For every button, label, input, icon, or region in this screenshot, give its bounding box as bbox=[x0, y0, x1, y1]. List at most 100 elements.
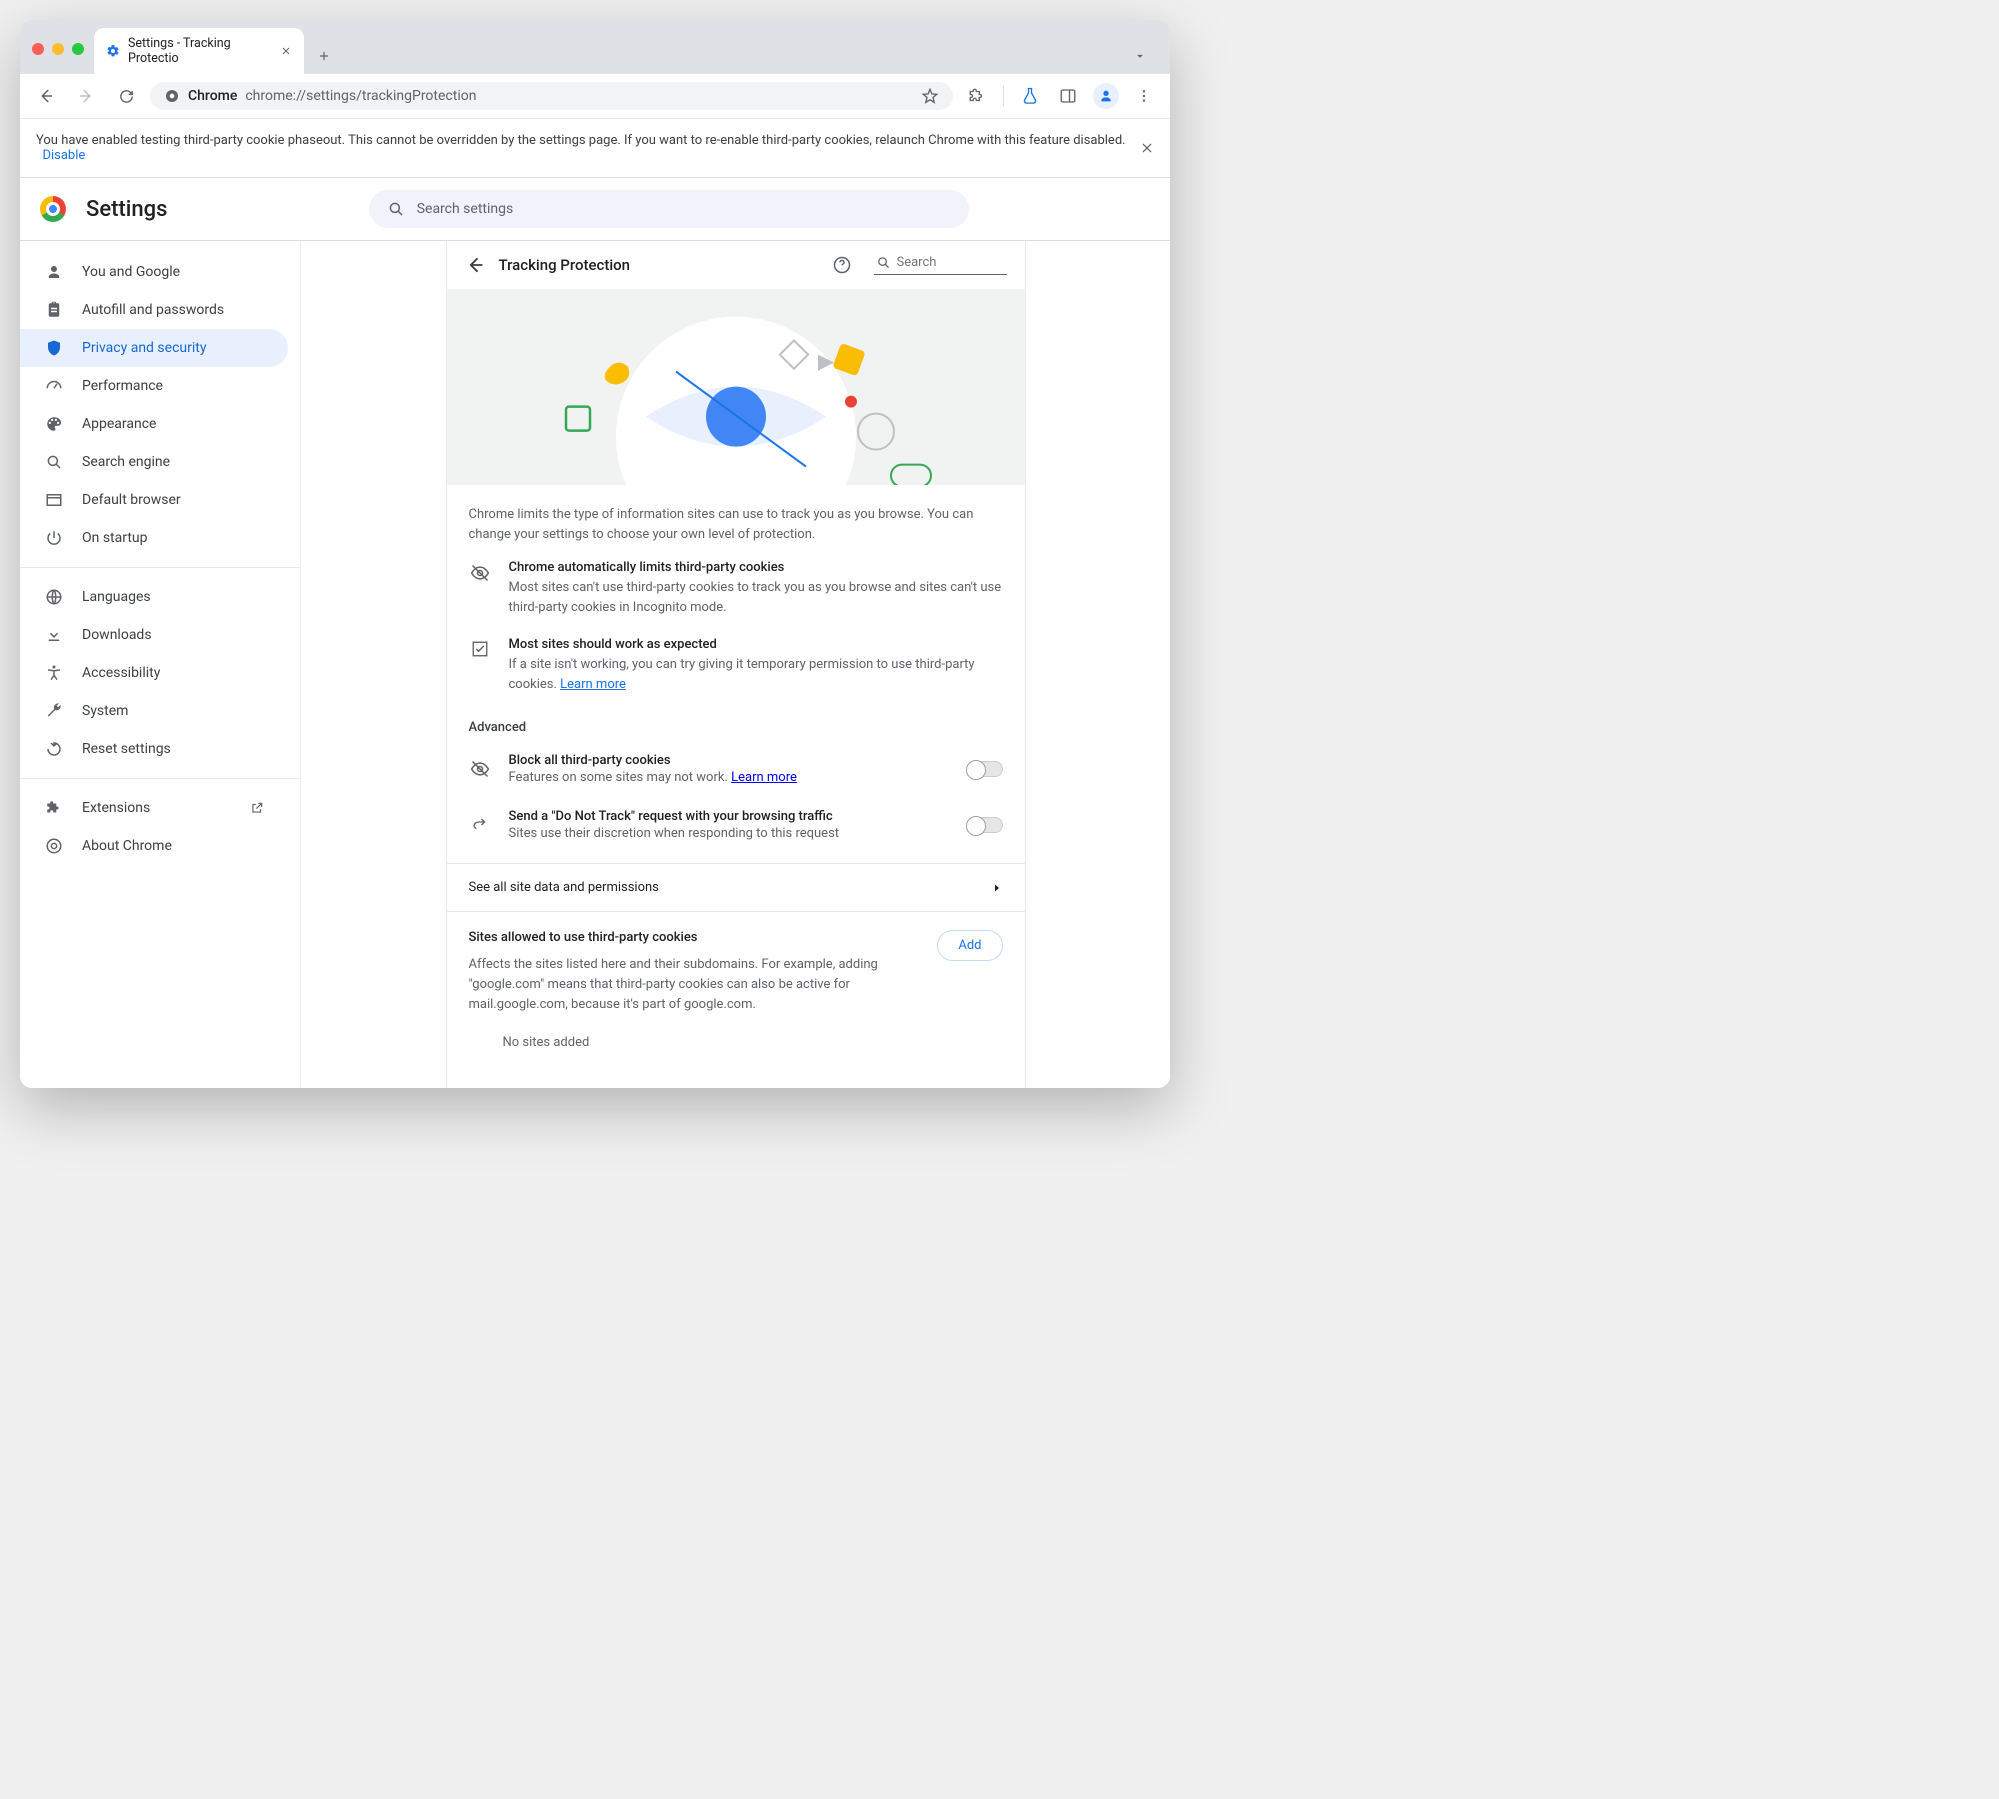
puzzle-icon bbox=[44, 799, 64, 817]
sidebar-item-autofill[interactable]: Autofill and passwords bbox=[20, 291, 288, 329]
palette-icon bbox=[44, 415, 64, 433]
sidebar-item-downloads[interactable]: Downloads bbox=[20, 616, 288, 654]
sidebar-item-label: Appearance bbox=[82, 416, 156, 432]
see-all-site-data-row[interactable]: See all site data and permissions bbox=[447, 863, 1025, 912]
info-bar: You have enabled testing third-party coo… bbox=[20, 119, 1170, 178]
page-search-field[interactable] bbox=[897, 255, 1007, 270]
menu-button[interactable] bbox=[1128, 80, 1160, 112]
gear-icon bbox=[106, 44, 120, 58]
sidebar-item-search-engine[interactable]: Search engine bbox=[20, 443, 288, 481]
browser-window: Settings - Tracking Protectio bbox=[20, 20, 1170, 1088]
sidebar-item-label: Downloads bbox=[82, 627, 152, 643]
block-all-cookies-row: Block all third-party cookies Features o… bbox=[447, 741, 1025, 797]
sidebar-item-label: On startup bbox=[82, 530, 148, 546]
info-cookies: Chrome automatically limits third-party … bbox=[447, 550, 1025, 627]
sidebar-item-default-browser[interactable]: Default browser bbox=[20, 481, 288, 519]
separator bbox=[1003, 86, 1004, 106]
sidebar-item-label: Search engine bbox=[82, 454, 170, 470]
page-title: Tracking Protection bbox=[499, 256, 818, 274]
sidebar-item-on-startup[interactable]: On startup bbox=[20, 519, 288, 557]
close-tab-icon[interactable] bbox=[280, 45, 292, 57]
add-site-button[interactable]: Add bbox=[937, 930, 1002, 961]
allowed-title: Sites allowed to use third-party cookies bbox=[469, 930, 924, 945]
back-button[interactable] bbox=[30, 80, 62, 112]
help-icon[interactable] bbox=[832, 255, 852, 275]
tab-overflow-button[interactable] bbox=[1126, 42, 1154, 70]
do-not-track-row: Send a "Do Not Track" request with your … bbox=[447, 797, 1025, 853]
download-icon bbox=[44, 626, 64, 644]
learn-more-link[interactable]: Learn more bbox=[560, 677, 626, 692]
sidebar-item-you-and-google[interactable]: You and Google bbox=[20, 253, 288, 291]
minimize-window-button[interactable] bbox=[52, 43, 64, 55]
sidebar-item-label: Performance bbox=[82, 378, 163, 394]
sidebar-item-privacy[interactable]: Privacy and security bbox=[20, 329, 288, 367]
toolbar: Chrome chrome://settings/trackingProtect… bbox=[20, 74, 1170, 119]
eye-off-icon bbox=[469, 560, 491, 617]
person-icon bbox=[44, 263, 64, 281]
window-controls bbox=[32, 43, 84, 59]
settings-body: You and Google Autofill and passwords Pr… bbox=[20, 241, 1170, 1088]
card-header: Tracking Protection bbox=[447, 241, 1025, 289]
chrome-icon bbox=[44, 837, 64, 855]
tab-strip: Settings - Tracking Protectio bbox=[94, 28, 1158, 74]
avatar-icon bbox=[1093, 83, 1119, 109]
labs-icon[interactable] bbox=[1014, 80, 1046, 112]
notice-text: You have enabled testing third-party coo… bbox=[36, 133, 1126, 148]
sidebar-item-label: Default browser bbox=[82, 492, 181, 508]
sidebar-item-extensions[interactable]: Extensions bbox=[20, 789, 288, 827]
omnibox-host: Chrome bbox=[188, 88, 237, 104]
side-panel-icon[interactable] bbox=[1052, 80, 1084, 112]
toggle-body: Sites use their discretion when respondi… bbox=[509, 826, 949, 841]
info-title: Most sites should work as expected bbox=[509, 637, 1003, 652]
reload-button[interactable] bbox=[110, 80, 142, 112]
learn-more-link[interactable]: Learn more bbox=[731, 770, 797, 785]
search-icon bbox=[44, 453, 64, 471]
settings-card: Tracking Protection bbox=[446, 241, 1026, 1088]
checkbox-icon bbox=[469, 637, 491, 694]
back-arrow-button[interactable] bbox=[465, 255, 485, 275]
close-window-button[interactable] bbox=[32, 43, 44, 55]
disable-link[interactable]: Disable bbox=[42, 148, 85, 163]
toggle-title: Block all third-party cookies bbox=[509, 753, 949, 768]
sidebar-item-performance[interactable]: Performance bbox=[20, 367, 288, 405]
new-tab-button[interactable] bbox=[310, 42, 338, 70]
settings-title: Settings bbox=[86, 197, 167, 222]
dnt-toggle[interactable] bbox=[967, 817, 1003, 833]
external-link-icon bbox=[250, 801, 264, 815]
site-info-icon[interactable] bbox=[164, 88, 180, 104]
sidebar-item-system[interactable]: System bbox=[20, 692, 288, 730]
browser-chrome: Settings - Tracking Protectio bbox=[20, 20, 1170, 119]
search-settings-input[interactable]: Search settings bbox=[369, 190, 969, 228]
profile-button[interactable] bbox=[1090, 80, 1122, 112]
sidebar-item-accessibility[interactable]: Accessibility bbox=[20, 654, 288, 692]
sidebar-item-languages[interactable]: Languages bbox=[20, 578, 288, 616]
extensions-icon[interactable] bbox=[961, 80, 993, 112]
sidebar-item-label: Extensions bbox=[82, 800, 150, 816]
tab-title: Settings - Tracking Protectio bbox=[128, 36, 268, 66]
allowed-body: Affects the sites listed here and their … bbox=[469, 955, 924, 1015]
browser-tab[interactable]: Settings - Tracking Protectio bbox=[94, 28, 304, 74]
eye-off-icon bbox=[469, 759, 491, 779]
bookmark-icon[interactable] bbox=[921, 87, 939, 105]
sidebar-item-label: System bbox=[82, 703, 128, 719]
block-cookies-toggle[interactable] bbox=[967, 761, 1003, 777]
forward-button[interactable] bbox=[70, 80, 102, 112]
sidebar-item-label: Accessibility bbox=[82, 665, 160, 681]
allowed-sites-section: Sites allowed to use third-party cookies… bbox=[447, 912, 1025, 1088]
dismiss-notice-button[interactable] bbox=[1140, 141, 1154, 155]
sidebar-item-about[interactable]: About Chrome bbox=[20, 827, 288, 865]
clipboard-icon bbox=[44, 301, 64, 319]
reset-icon bbox=[44, 740, 64, 758]
page-search-input[interactable] bbox=[874, 255, 1007, 275]
search-container: Search settings bbox=[187, 190, 1150, 228]
see-all-label: See all site data and permissions bbox=[469, 880, 659, 895]
no-sites-message: No sites added bbox=[469, 1015, 1003, 1070]
divider bbox=[20, 567, 300, 568]
maximize-window-button[interactable] bbox=[72, 43, 84, 55]
info-body: Most sites can't use third-party cookies… bbox=[509, 578, 1003, 617]
sidebar-item-appearance[interactable]: Appearance bbox=[20, 405, 288, 443]
toggle-title: Send a "Do Not Track" request with your … bbox=[509, 809, 949, 824]
arrow-right-icon bbox=[469, 816, 491, 834]
address-bar[interactable]: Chrome chrome://settings/trackingProtect… bbox=[150, 82, 953, 110]
sidebar-item-reset[interactable]: Reset settings bbox=[20, 730, 288, 768]
